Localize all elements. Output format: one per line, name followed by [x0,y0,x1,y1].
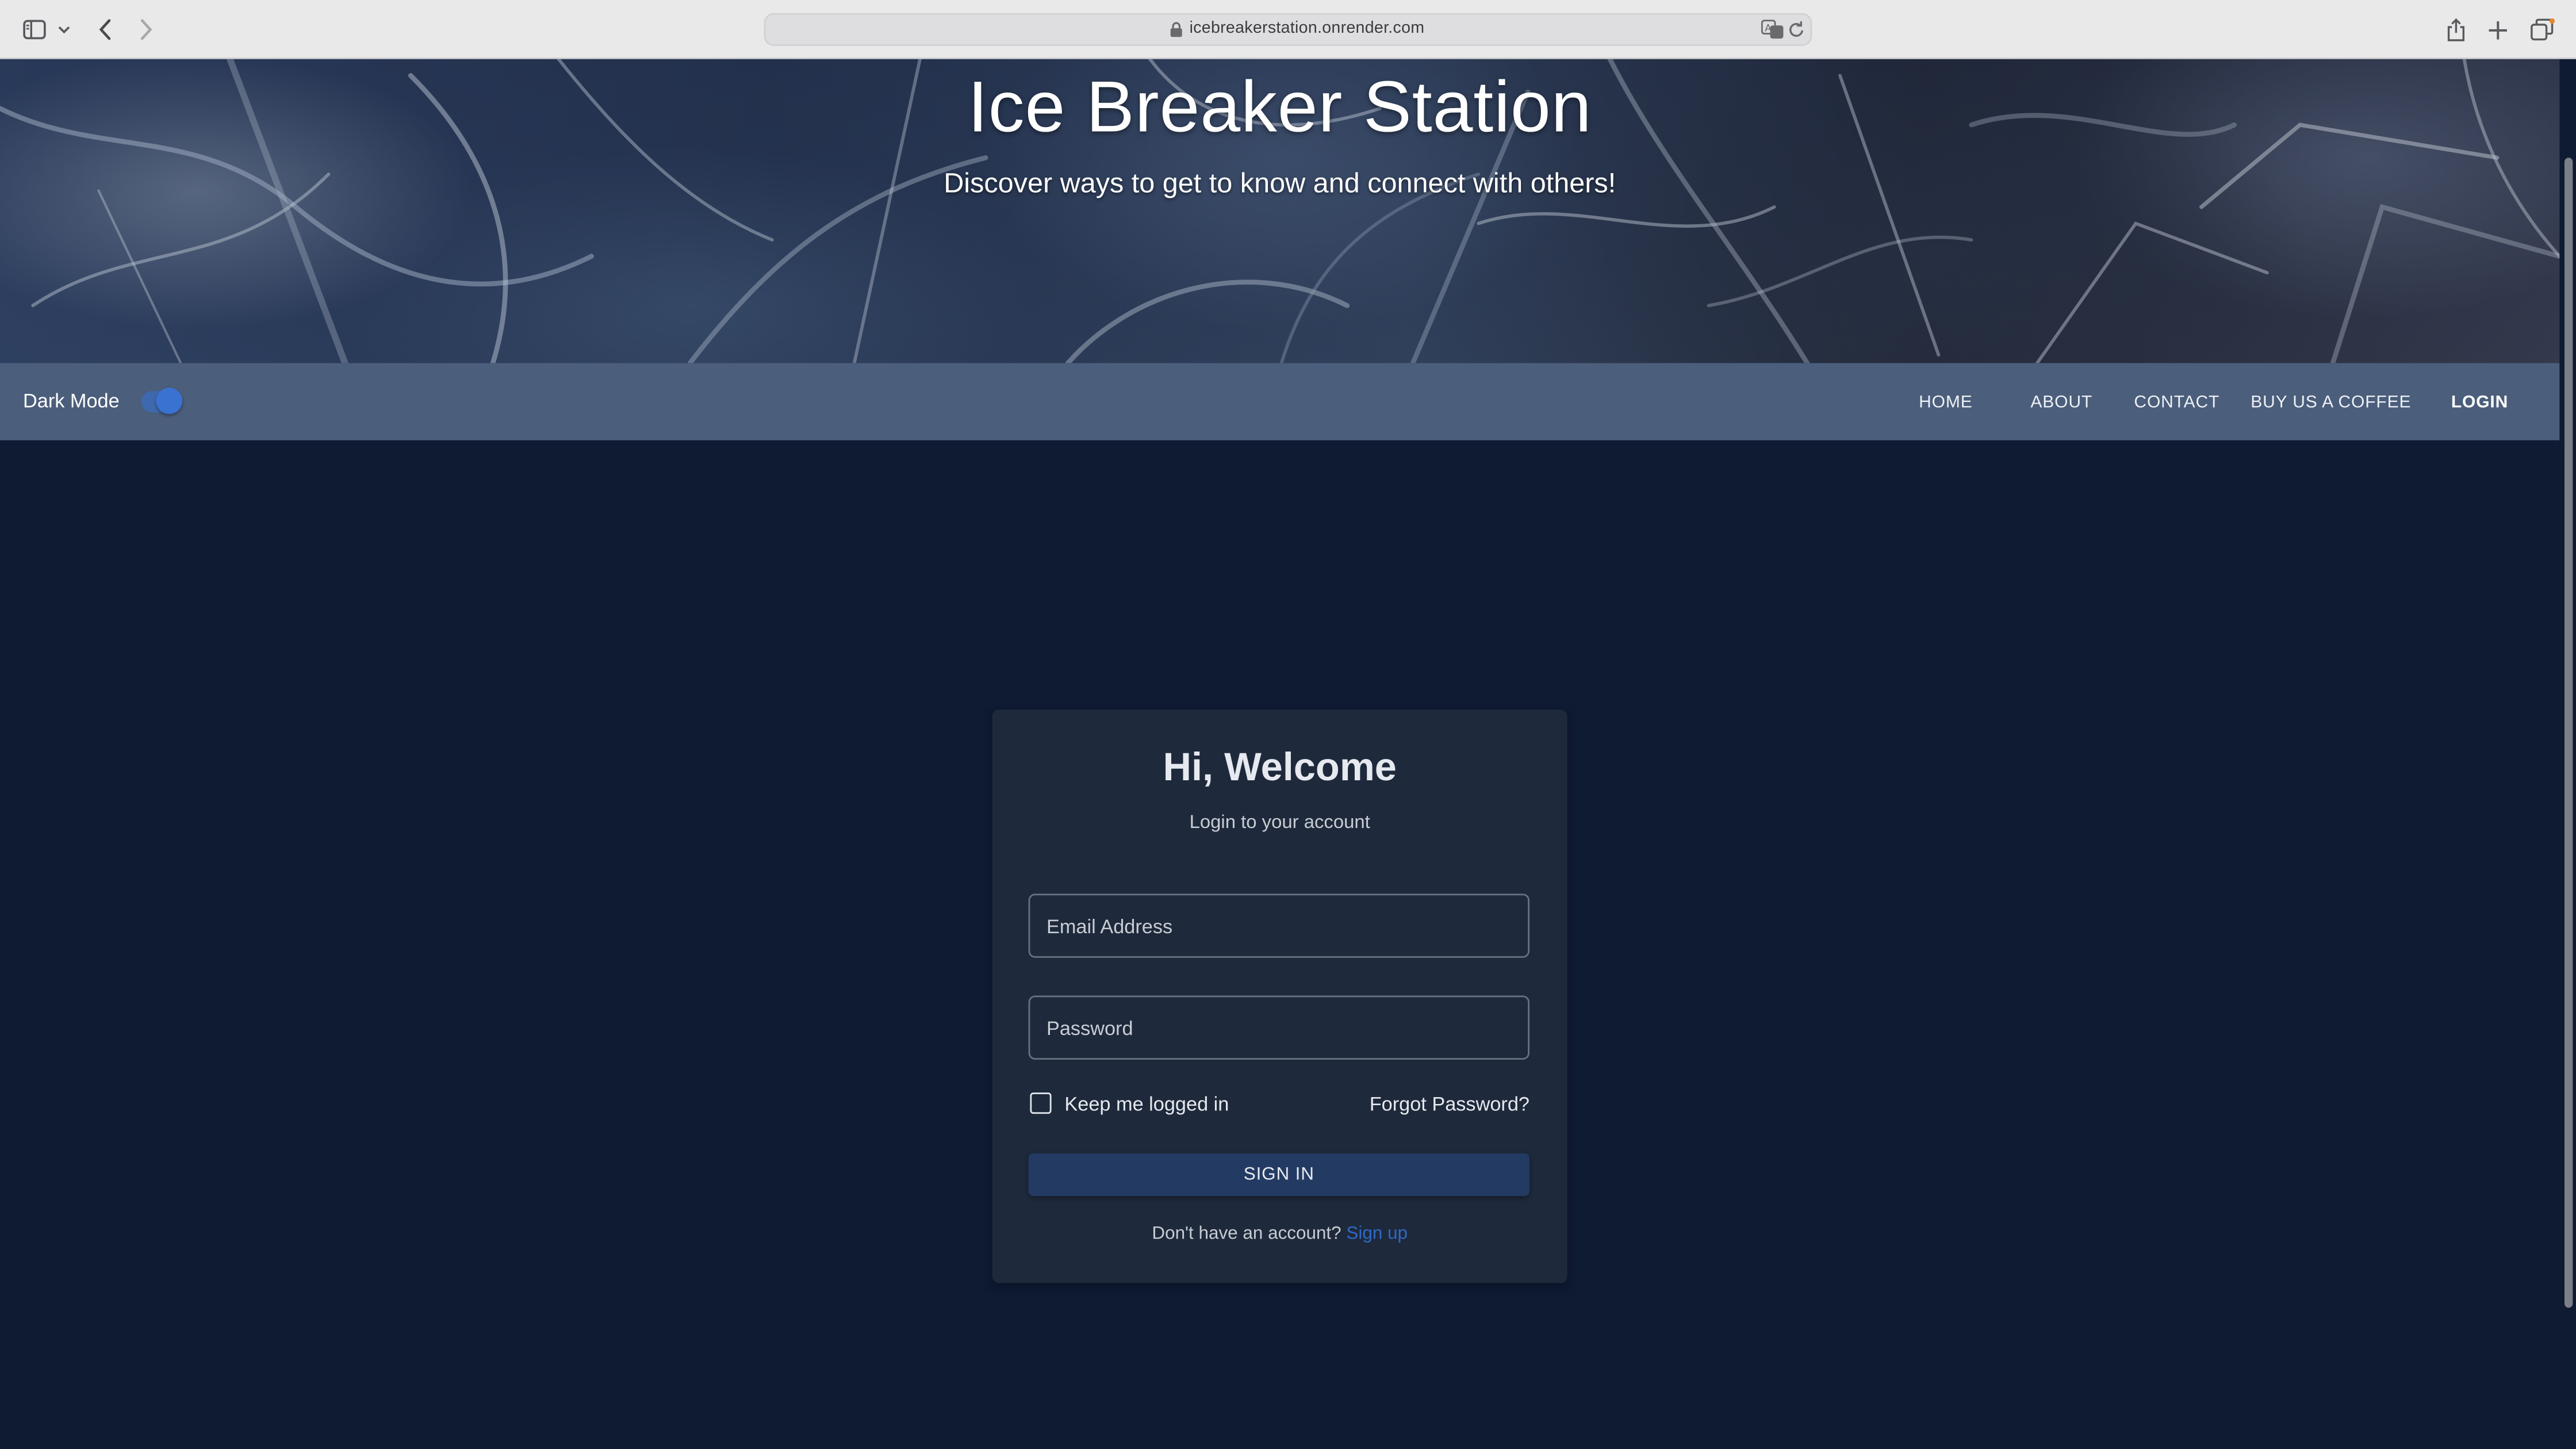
dark-mode-toggle[interactable] [156,388,183,414]
nav-home[interactable]: HOME [1919,393,1972,412]
lock-icon [1170,21,1183,38]
site-title: Ice Breaker Station [967,67,1592,148]
hero-banner: Ice Breaker Station Discover ways to get… [0,59,2560,363]
back-icon[interactable] [97,15,114,44]
email-field[interactable] [1028,894,1529,958]
sign-up-link[interactable]: Sign up [1346,1224,1408,1244]
password-input[interactable] [1030,997,1528,1058]
browser-toolbar: icebreakerstation.onrender.com A [0,0,2576,59]
nav-about[interactable]: ABOUT [2030,393,2092,412]
nav-login[interactable]: LOGIN [2451,393,2508,412]
url-text: icebreakerstation.onrender.com [1189,20,1425,38]
forward-icon[interactable] [138,15,155,44]
sidebar-icon[interactable] [23,15,46,44]
login-card: Hi, Welcome Login to your account Keep m… [992,710,1567,1283]
nav-bar: Dark Mode HOME ABOUT CONTACT BUY US A CO… [0,363,2560,440]
forgot-password-link[interactable]: Forgot Password? [1370,1092,1529,1116]
share-icon[interactable] [2446,15,2466,44]
keep-logged-in-label[interactable]: Keep me logged in [1064,1092,1229,1116]
page: icebreakerstation.onrender.com A Ice Bre… [0,0,2576,1449]
no-account-text: Don't have an account? [1152,1224,1341,1244]
email-input[interactable] [1030,895,1528,956]
reload-icon[interactable] [1788,20,1805,39]
login-subtitle: Login to your account [1189,813,1370,833]
address-bar[interactable]: icebreakerstation.onrender.com A [764,13,1812,46]
site-tagline: Discover ways to get to know and connect… [944,167,1616,199]
login-title: Hi, Welcome [1163,746,1397,791]
new-tab-icon[interactable] [2487,15,2509,44]
svg-text:A: A [1765,22,1772,34]
keep-logged-in-checkbox[interactable] [1030,1092,1052,1114]
tab-overview-icon[interactable] [2530,15,2555,44]
translate-icon[interactable]: A [1761,20,1784,39]
password-field[interactable] [1028,995,1529,1060]
signup-row: Don't have an account? Sign up [992,1224,1567,1244]
scrollbar-thumb[interactable] [2564,158,2573,1308]
nav-buy-us-a-coffee[interactable]: BUY US A COFFEE [2251,393,2411,412]
sign-in-button[interactable]: SIGN IN [1028,1153,1529,1196]
chevron-down-icon[interactable] [57,15,71,44]
dark-mode-label: Dark Mode [23,389,120,413]
options-row: Keep me logged in Forgot Password? [1029,1091,1529,1117]
nav-contact[interactable]: CONTACT [2134,393,2220,412]
